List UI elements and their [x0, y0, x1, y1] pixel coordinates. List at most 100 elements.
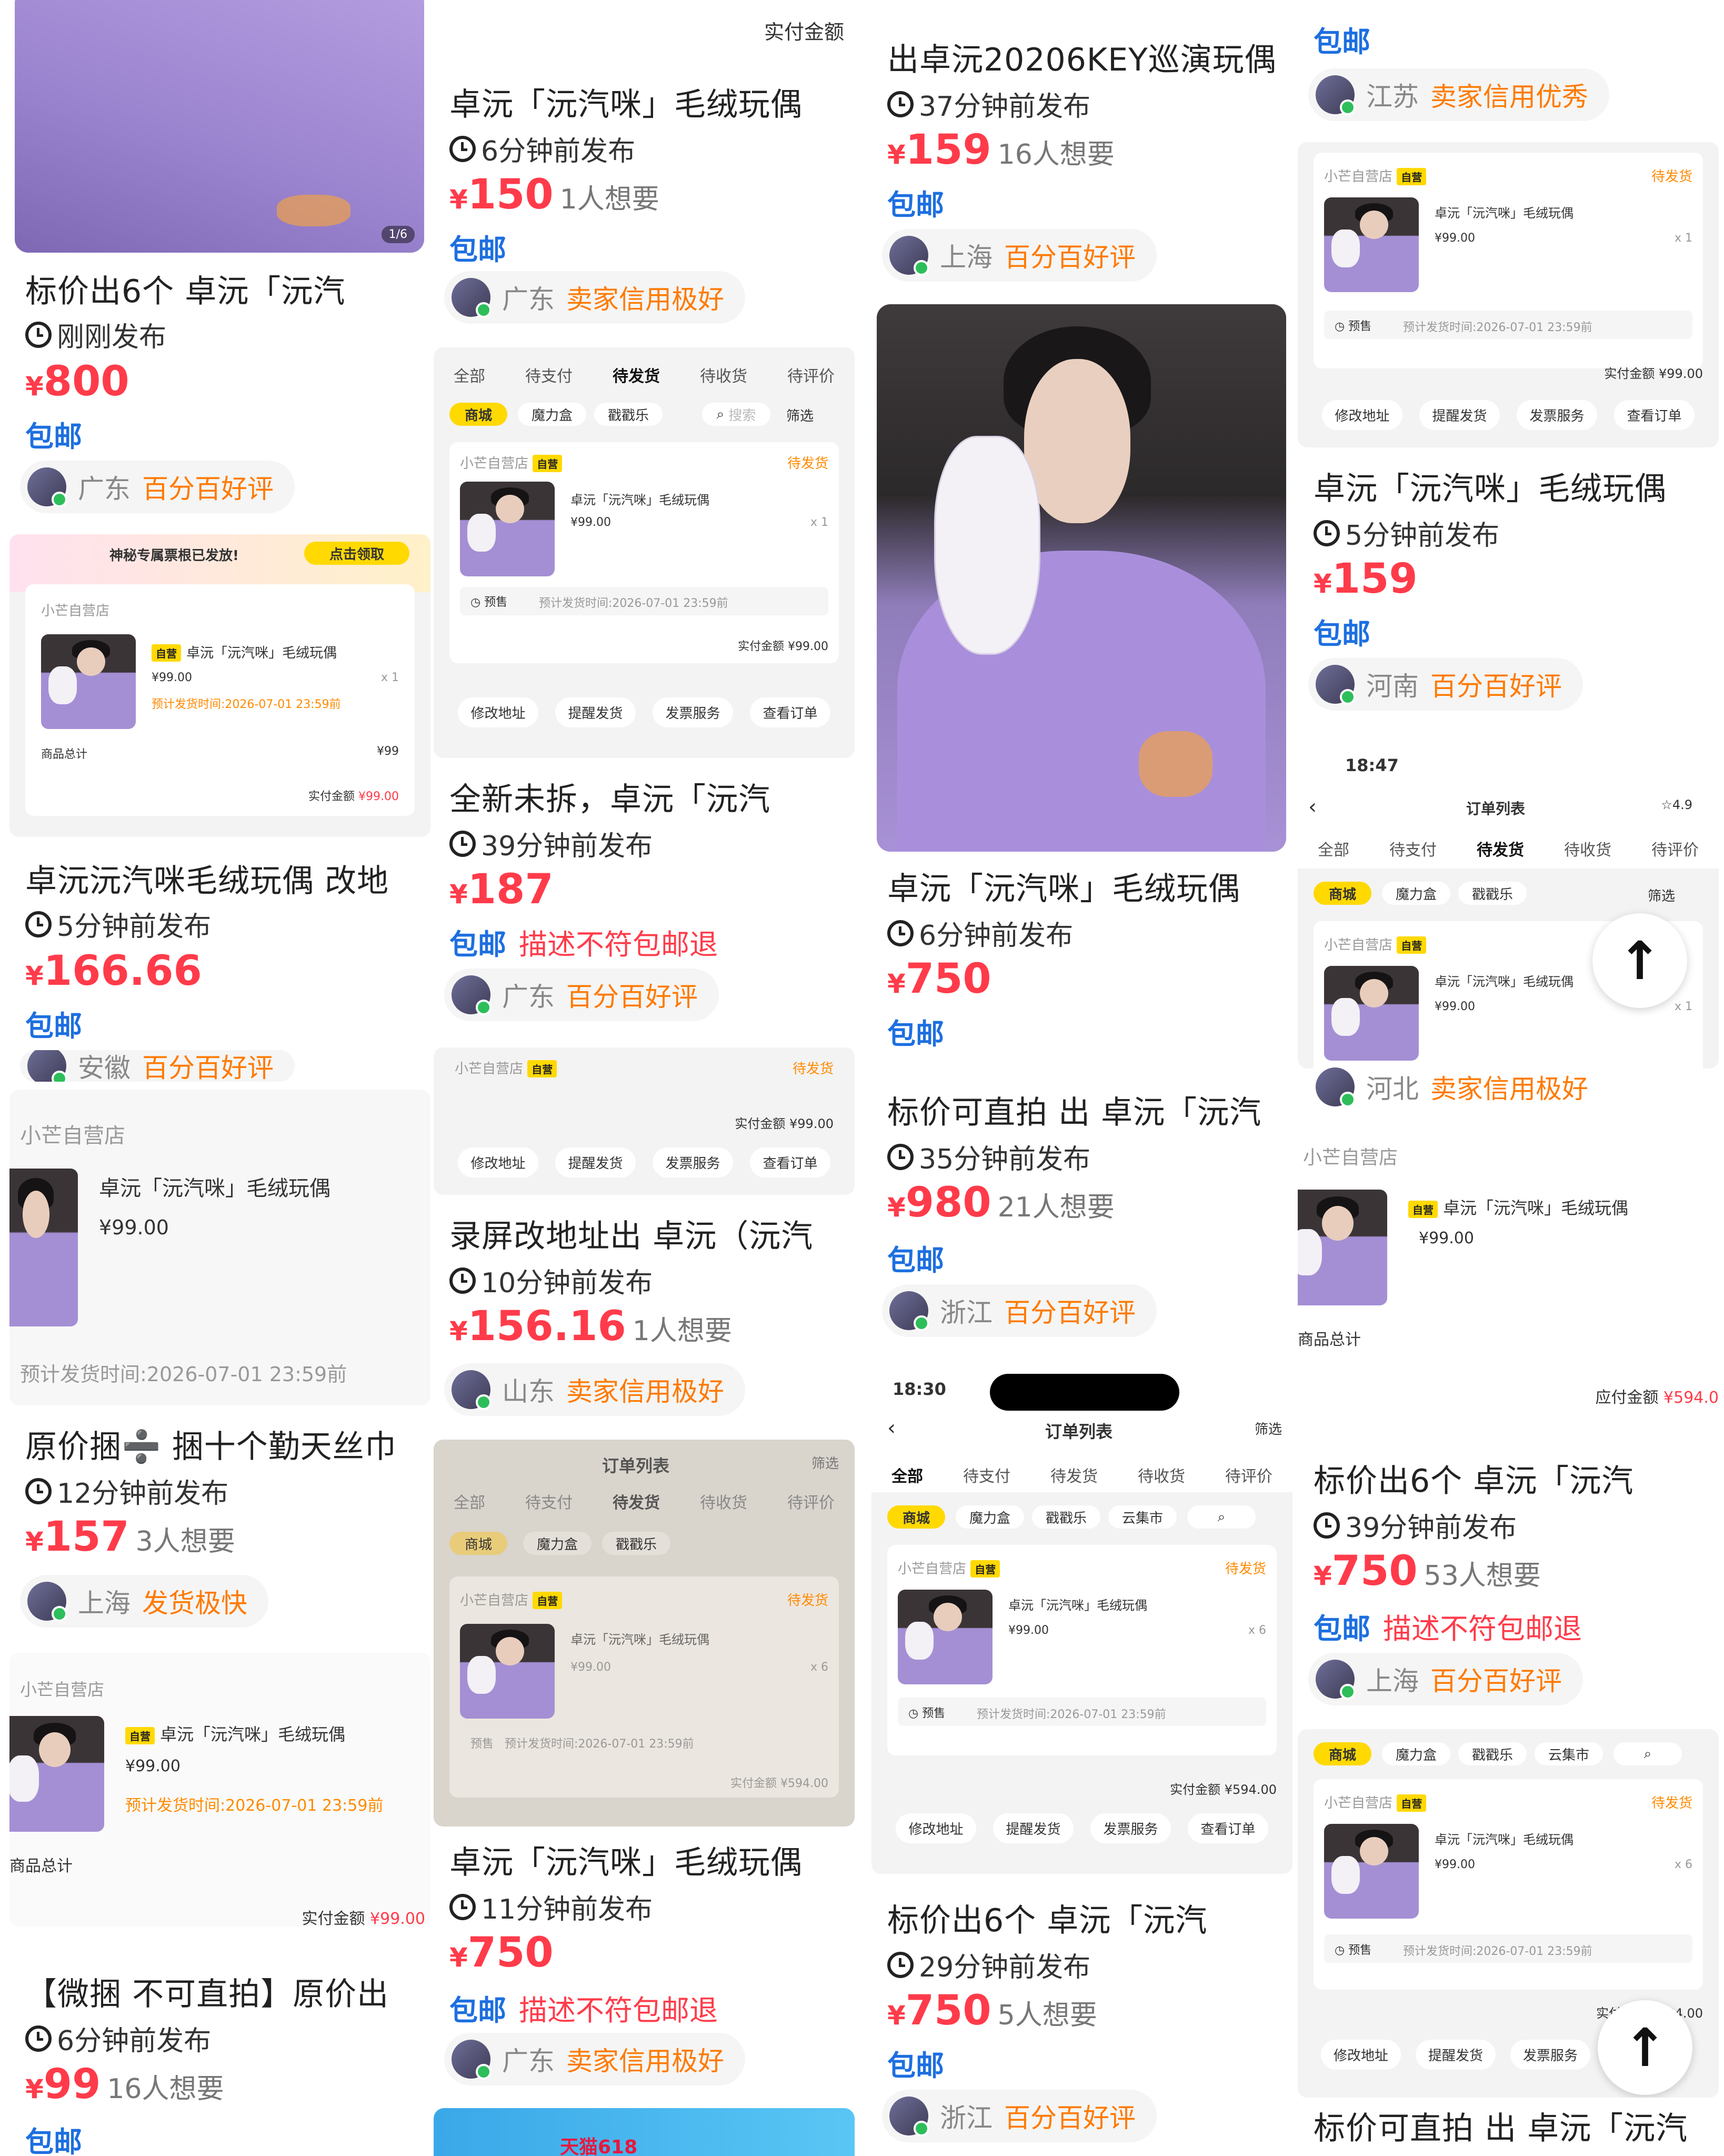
search-input[interactable]: ⌕ [1613, 1742, 1682, 1765]
chip-poke[interactable]: 戳戳乐 [602, 1532, 670, 1555]
chip-mall[interactable]: 商城 [449, 1532, 507, 1555]
invoice-button[interactable]: 发票服务 [653, 697, 733, 727]
view-order-button[interactable]: 查看订单 [750, 697, 830, 727]
filter-button[interactable]: 筛选 [1648, 885, 1675, 905]
chip-poke[interactable]: 戳戳乐 [594, 403, 663, 426]
chip-magic-box[interactable]: 魔力盒 [523, 1532, 592, 1555]
seller-badge[interactable]: 上海 百分百好评 [882, 229, 1157, 282]
remind-ship-button[interactable]: 提醒发货 [1419, 400, 1500, 430]
filter-button[interactable]: 筛选 [1255, 1419, 1282, 1438]
change-address-button[interactable]: 修改地址 [896, 1813, 976, 1843]
ad-banner[interactable]: 天猫618 [434, 2108, 855, 2156]
remind-ship-button[interactable]: 提醒发货 [555, 697, 636, 727]
listing-title[interactable]: 【微捆 不可直拍】原价出 [25, 1969, 389, 2014]
order-screenshot[interactable]: 小芒自营店 自营 卓沅「沅汽咪」毛绒玩偶 ¥99.00 商品总计 应付金额 ¥59… [1298, 1116, 1719, 1432]
listing-title[interactable]: 出卓沅20206KEY巡演玩偶 [887, 34, 1277, 80]
seller-badge[interactable]: 河北 卖家信用极好 [1308, 1063, 1609, 1111]
listing-title[interactable]: 卓沅沅汽咪毛绒玩偶 改地 [25, 855, 389, 901]
seller-badge[interactable]: 山东 卖家信用极好 [444, 1363, 745, 1416]
order-screenshot[interactable]: 商城 魔力盒 戳戳乐 云集市 ⌕ 小芒自营店 自营 待发货 卓沅「沅汽咪」毛绒玩… [1298, 1729, 1719, 2098]
chip-poke[interactable]: 戳戳乐 [1458, 882, 1527, 905]
chip-mall[interactable]: 商城 [1314, 882, 1371, 905]
post-time: 37分钟前发布 [887, 84, 1090, 124]
search-input[interactable]: ⌕ [1187, 1505, 1256, 1529]
listing-title[interactable]: 原价捆➗ 捆十个勤天丝巾 [25, 1421, 397, 1467]
order-tabs[interactable]: 全部 待支付 待发货 待收货 待评价 [434, 363, 855, 386]
seller-badge[interactable]: 广东 百分百好评 [444, 969, 719, 1021]
scroll-top-button[interactable]: ↑ [1592, 913, 1687, 1008]
listing-title[interactable]: 标价出6个 卓沅「沅汽 [1314, 1455, 1633, 1501]
seller-badge[interactable]: 浙江 百分百好评 [882, 2090, 1157, 2142]
clock-icon [449, 1267, 476, 1294]
order-screenshot[interactable]: 神秘专属票根已发放! 点击领取 小芒自营店 自营 卓沅「沅汽咪」毛绒玩偶 ¥99.… [9, 534, 430, 837]
remind-ship-button[interactable]: 提醒发货 [555, 1147, 636, 1177]
back-icon[interactable]: ‹ [1308, 795, 1317, 819]
change-address-button[interactable]: 修改地址 [458, 1147, 538, 1177]
change-address-button[interactable]: 修改地址 [1322, 400, 1402, 430]
invoice-button[interactable]: 发票服务 [1510, 2040, 1590, 2070]
order-screenshot[interactable]: 小芒自营店 自营 待发货 卓沅「沅汽咪」毛绒玩偶 ¥99.00 x 1 ◷ 预售… [1298, 142, 1719, 447]
chip-mall[interactable]: 商城 [1314, 1742, 1371, 1765]
seller-badge[interactable]: 江苏 卖家信用优秀 [1308, 68, 1609, 121]
chip-magic-box[interactable]: 魔力盒 [1382, 882, 1450, 905]
chip-cloud-market[interactable]: 云集市 [1535, 1742, 1603, 1765]
change-address-button[interactable]: 修改地址 [458, 697, 538, 727]
seller-badge[interactable]: 广东 卖家信用极好 [444, 271, 745, 324]
remind-ship-button[interactable]: 提醒发货 [1415, 2040, 1496, 2070]
back-icon[interactable]: ‹ [887, 1416, 896, 1440]
chip-poke[interactable]: 戳戳乐 [1458, 1742, 1527, 1765]
order-screenshot[interactable]: 小芒自营店 自营 待发货 实付金额 ¥99.00 修改地址 提醒发货 发票服务 查看订… [434, 1047, 855, 1195]
invoice-button[interactable]: 发票服务 [1090, 1813, 1171, 1843]
listing-title[interactable]: 卓沅「沅汽咪」毛绒玩偶 [449, 79, 803, 125]
seller-badge[interactable]: 浙江 百分百好评 [882, 1284, 1157, 1337]
listing-photo[interactable]: 1/6 [15, 0, 424, 253]
filter-button[interactable]: 筛选 [811, 1453, 839, 1472]
chip-cloud-market[interactable]: 云集市 [1108, 1505, 1177, 1529]
seller-badge[interactable]: 上海 发货极快 [20, 1575, 268, 1628]
seller-badge[interactable]: 广东 百分百好评 [20, 461, 295, 513]
listing-title[interactable]: 卓沅「沅汽咪」毛绒玩偶 [887, 863, 1240, 909]
chip-magic-box[interactable]: 魔力盒 [956, 1505, 1024, 1529]
view-order-button[interactable]: 查看订单 [1614, 400, 1695, 430]
chip-magic-box[interactable]: 魔力盒 [1382, 1742, 1450, 1765]
claim-button[interactable]: 点击领取 [304, 542, 409, 565]
view-order-button[interactable]: 查看订单 [750, 1147, 830, 1177]
seller-badge[interactable]: 广东 卖家信用极好 [444, 2033, 745, 2085]
listing-price: ¥157 3人想要 [25, 1513, 235, 1561]
chip-poke[interactable]: 戳戳乐 [1032, 1505, 1100, 1529]
order-screenshot[interactable]: 18:47 ‹ 订单列表 ☆4.9 全部 待支付 待发货 待收货 待评价 商城 魔力盒 … [1298, 742, 1719, 1069]
clock-icon [887, 920, 914, 946]
listing-photo[interactable] [877, 304, 1286, 852]
seller-badge[interactable]: 上海 百分百好评 [1308, 1653, 1583, 1705]
order-screenshot[interactable]: 订单列表 筛选 全部 待支付 待发货 待收货 待评价 商城 魔力盒 戳戳乐 小芒自营店 … [434, 1440, 855, 1826]
seller-badge[interactable]: 河南 百分百好评 [1308, 658, 1583, 711]
listing-title[interactable]: 标价出6个 卓沅「沅汽 [25, 266, 345, 312]
filter-button[interactable]: 筛选 [786, 405, 814, 425]
order-screenshot[interactable]: 小芒自营店 自营 卓沅「沅汽咪」毛绒玩偶 ¥99.00 预计发货时间:2026-0… [9, 1653, 430, 1927]
post-time: 6分钟前发布 [887, 913, 1073, 953]
order-screenshot[interactable]: 全部 待支付 待发货 待收货 待评价 商城 魔力盒 戳戳乐 ⌕ 搜索 筛选 小芒自营店 … [434, 347, 855, 758]
listing-title[interactable]: 卓沅「沅汽咪」毛绒玩偶 [1314, 463, 1667, 509]
listing-title[interactable]: 标价可直拍 出 卓沅「沅汽 [887, 1087, 1261, 1133]
listing-title[interactable]: 全新未拆，卓沅「沅汽 [449, 774, 770, 820]
listing-title[interactable]: 标价可直拍 出 卓沅「沅汽 [1314, 2103, 1688, 2149]
search-input[interactable]: ⌕ 搜索 [702, 403, 770, 426]
order-screenshot[interactable]: 小芒自营店 卓沅「沅汽咪」毛绒玩偶 ¥99.00 预计发货时间:2026-07-… [9, 1090, 430, 1405]
chip-mall[interactable]: 商城 [449, 403, 507, 426]
chip-magic-box[interactable]: 魔力盒 [518, 403, 586, 426]
remind-ship-button[interactable]: 提醒发货 [993, 1813, 1074, 1843]
feed-column-4: 包邮 江苏 卖家信用优秀 小芒自营店 自营 待发货 卓沅「沅汽咪」毛绒玩偶 ¥99… [1298, 0, 1719, 2156]
scroll-top-button[interactable]: ↑ [1598, 2000, 1692, 2095]
order-screenshot[interactable]: 18:30 订单列表 ‹ 筛选 全部 待支付 待发货 待收货 待评价 商城 魔力盒 戳戳… [871, 1361, 1292, 1874]
marketplace-feed: 1/6 标价出6个 卓沅「沅汽 刚刚发布 ¥800 包邮 广东 百分百好评 神秘专… [0, 0, 1724, 2156]
listing-title[interactable]: 录屏改地址出 卓沅（沅汽 [449, 1211, 813, 1256]
view-order-button[interactable]: 查看订单 [1188, 1813, 1268, 1843]
listing-title[interactable]: 卓沅「沅汽咪」毛绒玩偶 [449, 1837, 803, 1883]
change-address-button[interactable]: 修改地址 [1320, 2040, 1401, 2070]
order-card: 小芒自营店 自营 待发货 卓沅「沅汽咪」毛绒玩偶 ¥99.00 x 1 ◷ 预售… [449, 442, 839, 663]
listing-title[interactable]: 标价出6个 卓沅「沅汽 [887, 1895, 1207, 1941]
invoice-button[interactable]: 发票服务 [1517, 400, 1597, 430]
seller-badge[interactable]: 安徽 百分百好评 [20, 1050, 295, 1082]
chip-mall[interactable]: 商城 [887, 1505, 945, 1529]
invoice-button[interactable]: 发票服务 [653, 1147, 733, 1177]
